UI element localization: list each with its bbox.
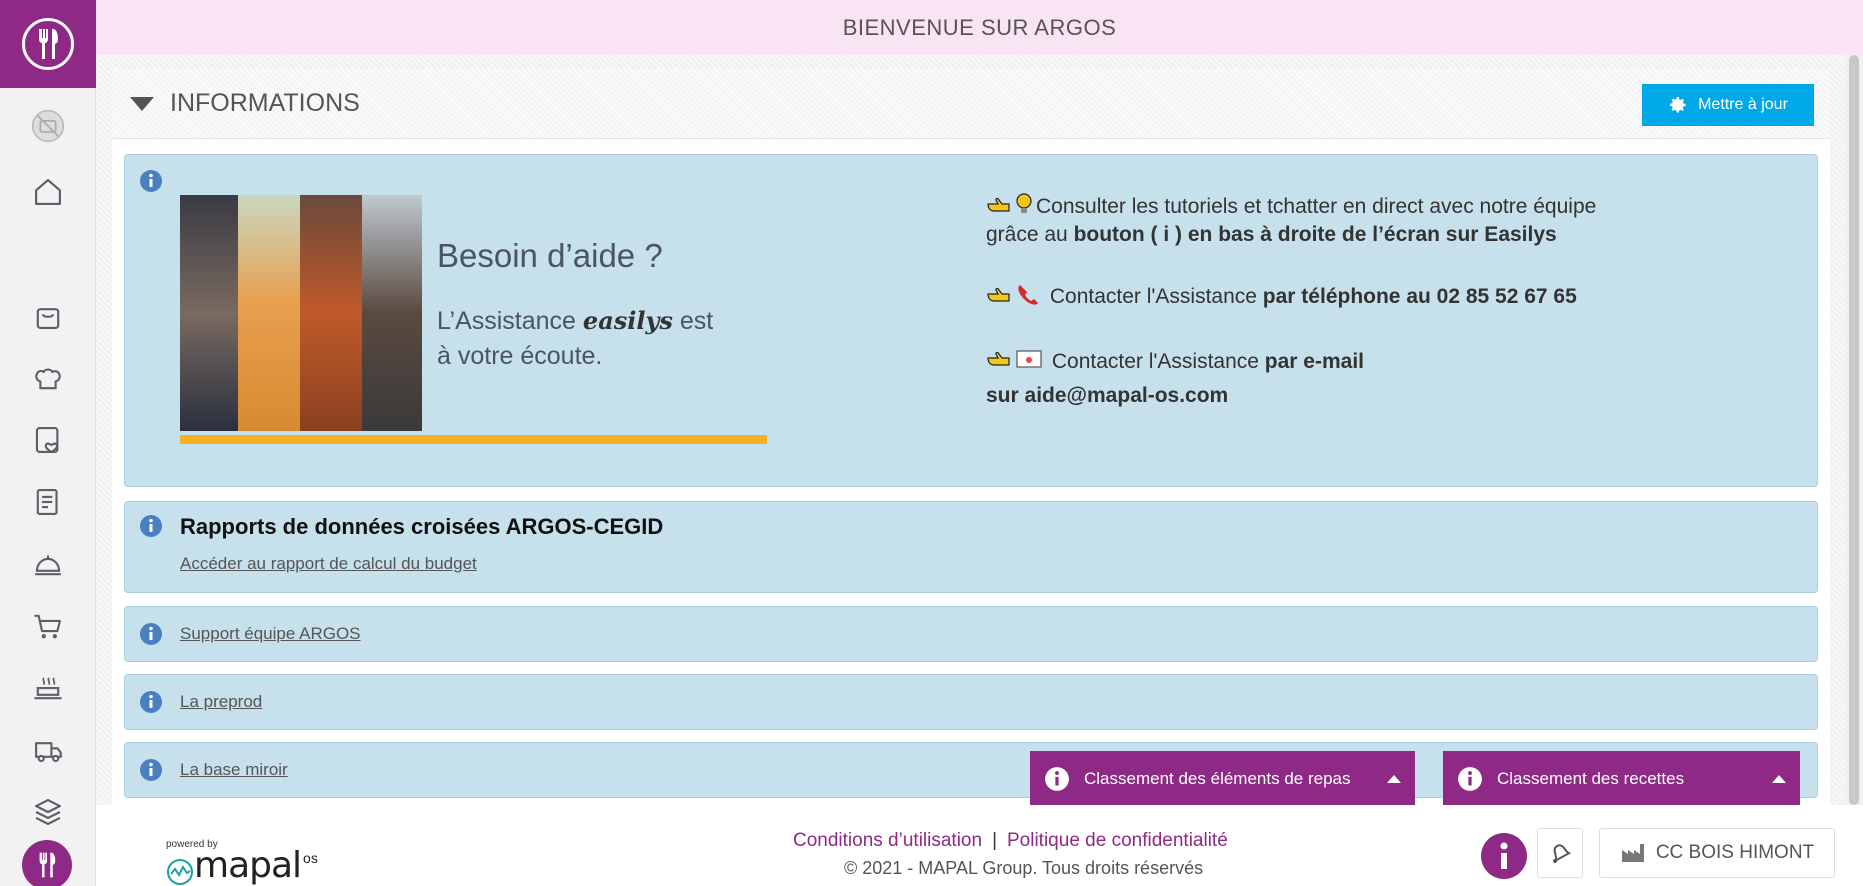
layers-icon[interactable] <box>24 788 72 836</box>
chef-hat-icon[interactable] <box>24 354 72 402</box>
document-icon[interactable] <box>24 478 72 526</box>
panel-title: INFORMATIONS <box>170 89 360 117</box>
help-info-button[interactable] <box>1481 833 1527 879</box>
no-photo-icon[interactable] <box>24 102 72 150</box>
mapal-logo: mapal os <box>166 845 318 886</box>
phone-info: Contacter l'Assistance par téléphone au … <box>986 283 1577 312</box>
mirror-link[interactable]: La base miroir <box>180 760 288 780</box>
expand-up-icon <box>1387 775 1401 783</box>
recipes-label: Classement des recettes <box>1497 768 1685 788</box>
gear-icon <box>1670 97 1686 113</box>
menu-heart-icon[interactable] <box>24 416 72 464</box>
phone-bold: par téléphone au 02 85 52 67 65 <box>1262 285 1577 309</box>
info-icon <box>140 515 162 537</box>
site-name: CC BOIS HIMONT <box>1655 842 1815 863</box>
info-icon <box>1500 842 1508 869</box>
reports-card: Rapports de données croisées ARGOS-CEGID… <box>124 501 1818 593</box>
info-icon <box>1458 766 1482 791</box>
sidebar <box>0 0 96 886</box>
meal-elements-tab[interactable]: Classement des éléments de repas <box>1030 751 1415 806</box>
help-heading: Besoin d’aide ? <box>437 237 663 274</box>
tutorial-info: Consulter les tutoriels et tchatter en d… <box>986 193 1596 248</box>
budget-report-link[interactable]: Accéder au rapport de calcul du budget <box>180 554 477 574</box>
mapal-os-suffix: os <box>303 850 318 866</box>
help-card: Besoin d’aide ? L’Assistance easilys est… <box>124 154 1818 487</box>
main-content: INFORMATIONS Mettre à jour Besoin d’aide… <box>96 55 1863 805</box>
phone-text: Contacter l'Assistance <box>1049 285 1257 309</box>
mapal-wordmark: mapal <box>194 845 302 886</box>
restaurant-logo-icon[interactable] <box>22 840 72 886</box>
collapse-caret-icon[interactable] <box>130 97 154 111</box>
restaurant-logo-icon <box>22 18 74 70</box>
support-team-photo <box>180 195 422 431</box>
email-address: sur aide@mapal-os.com <box>986 384 1229 408</box>
mapal-wave-icon <box>167 859 193 885</box>
site-selector[interactable]: CC BOIS HIMONT <box>1599 828 1835 878</box>
delivery-truck-icon[interactable] <box>24 726 72 774</box>
preprod-card: La preprod <box>124 674 1818 730</box>
support-card: Support équipe ARGOS <box>124 606 1818 662</box>
info-icon <box>140 691 162 713</box>
envelope-icon <box>1016 349 1042 375</box>
footer: powered by mapal os Conditions d’utilisa… <box>96 805 1863 886</box>
info-icon <box>140 759 162 781</box>
app-logo[interactable] <box>0 0 96 88</box>
lightbulb-icon <box>1016 193 1032 222</box>
update-button[interactable]: Mettre à jour <box>1642 84 1814 126</box>
assistance-prefix: L’Assistance <box>437 307 576 335</box>
meal-elements-label: Classement des éléments de repas <box>1084 768 1351 788</box>
footer-links: Conditions d’utilisation | Politique de co… <box>793 830 1228 852</box>
welcome-header: BIENVENUE SUR ARGOS <box>96 0 1863 55</box>
update-button-label: Mettre à jour <box>1698 96 1788 113</box>
expand-up-icon <box>1772 775 1786 783</box>
cloche-icon[interactable] <box>24 540 72 588</box>
cooking-pot-icon[interactable] <box>24 664 72 712</box>
pointing-hand-icon <box>986 195 1012 221</box>
easilys-logo: easilys <box>582 306 673 335</box>
cart-icon[interactable] <box>24 602 72 650</box>
assistance-line: L’Assistance easilys est <box>437 306 713 336</box>
info-icon <box>140 623 162 645</box>
scrollbar[interactable] <box>1845 55 1863 805</box>
email-text: Contacter l'Assistance <box>1051 350 1259 373</box>
decorative-divider <box>180 435 767 444</box>
telephone-icon <box>1016 283 1040 312</box>
info-icon <box>1045 766 1069 791</box>
scrollbar-thumb[interactable] <box>1849 55 1859 805</box>
informations-panel: INFORMATIONS Mettre à jour Besoin d’aide… <box>112 69 1830 805</box>
page-title: BIENVENUE SUR ARGOS <box>842 14 1117 40</box>
tutorial-text: Consulter les tutoriels et tchatter en d… <box>1036 195 1597 219</box>
bell-icon <box>1553 844 1572 863</box>
pointing-hand-icon <box>986 285 1012 311</box>
bag-icon[interactable] <box>24 292 72 340</box>
pointing-hand-icon <box>986 349 1012 375</box>
tutorial-bold: bouton ( i ) en bas à droite de l’écran … <box>1073 223 1557 246</box>
assistance-suffix: est <box>679 307 714 335</box>
footer-separator: | <box>992 830 997 851</box>
assistance-line-2: à votre écoute. <box>437 342 603 370</box>
reports-title: Rapports de données croisées ARGOS-CEGID <box>180 514 664 539</box>
privacy-link[interactable]: Politique de confidentialité <box>1007 830 1228 851</box>
home-icon[interactable] <box>24 168 72 216</box>
panel-header: INFORMATIONS Mettre à jour <box>112 69 1830 139</box>
recipes-tab[interactable]: Classement des recettes <box>1443 751 1800 806</box>
terms-link[interactable]: Conditions d’utilisation <box>793 830 982 851</box>
info-icon <box>140 170 162 192</box>
support-link[interactable]: Support équipe ARGOS <box>180 624 361 644</box>
tutorial-text-2: grâce au <box>986 223 1068 246</box>
email-info: Contacter l'Assistance par e-mail sur ai… <box>986 349 1364 409</box>
factory-icon <box>1621 844 1644 862</box>
copyright: © 2021 - MAPAL Group. Tous droits réserv… <box>844 858 1204 878</box>
preprod-link[interactable]: La preprod <box>180 692 262 712</box>
notifications-button[interactable] <box>1537 828 1583 878</box>
email-bold: par e-mail <box>1264 350 1365 373</box>
